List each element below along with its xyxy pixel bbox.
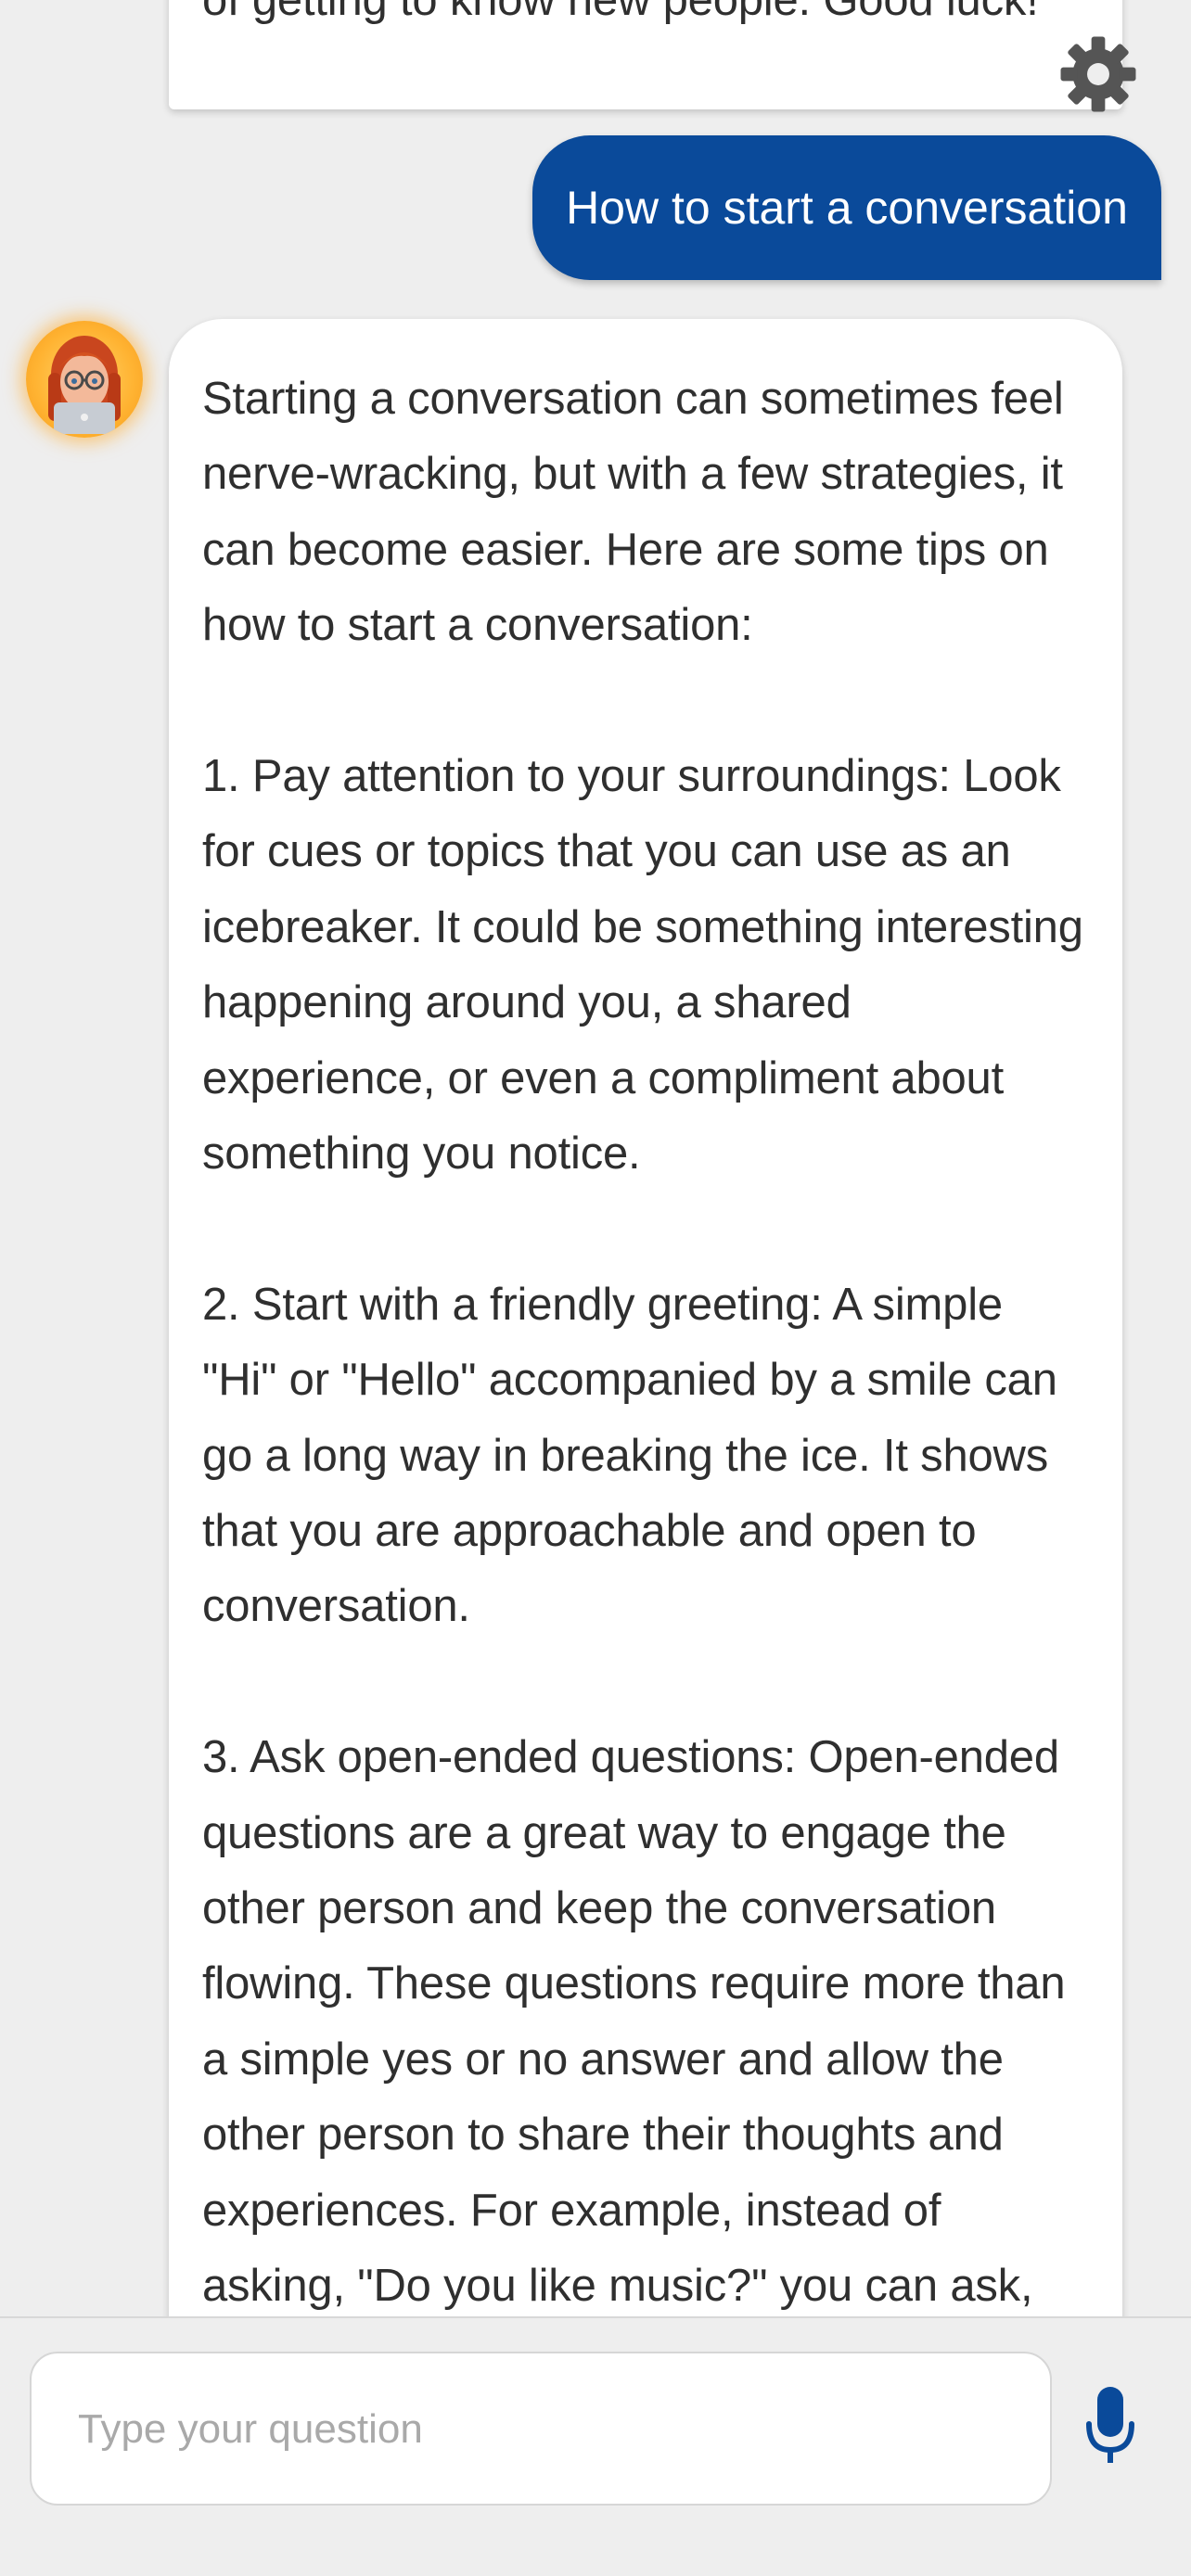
gear-icon[interactable]: [1056, 32, 1141, 117]
avatar-memoji-icon: [48, 336, 121, 434]
question-input-container[interactable]: [30, 2352, 1052, 2506]
question-input[interactable]: [76, 2353, 1007, 2506]
bot-message-reply: Starting a conversation can sometimes fe…: [169, 319, 1122, 2316]
microphone-icon[interactable]: [1085, 2385, 1135, 2468]
chat-message-list[interactable]: of getting to know new people. Good luck…: [0, 0, 1191, 2316]
user-message: How to start a conversation: [532, 135, 1161, 280]
reply-tip-1: 1. Pay attention to your surroundings: L…: [202, 751, 1083, 1180]
user-message-text: How to start a conversation: [566, 182, 1128, 234]
composer-bar: [0, 2316, 1191, 2576]
reply-tip-3: 3. Ask open-ended questions: Open-ended …: [202, 1732, 1066, 2312]
bot-message-text: of getting to know new people. Good luck…: [202, 0, 1039, 25]
chat-screen: of getting to know new people. Good luck…: [0, 0, 1191, 2576]
assistant-avatar: [26, 321, 143, 438]
reply-tip-2: 2. Start with a friendly greeting: A sim…: [202, 1279, 1057, 1632]
reply-intro: Starting a conversation can sometimes fe…: [202, 374, 1064, 651]
bot-message-previous: of getting to know new people. Good luck…: [169, 0, 1122, 109]
